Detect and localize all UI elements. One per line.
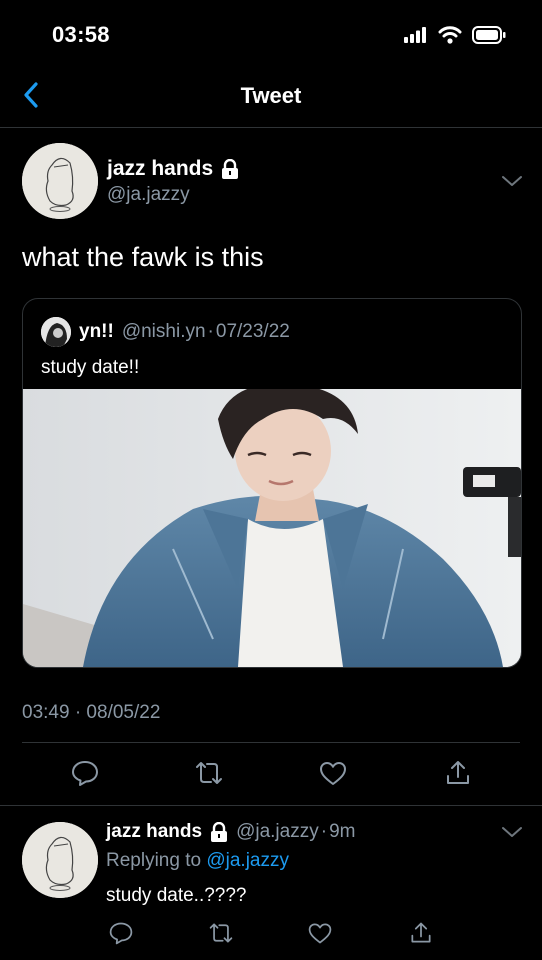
like-icon[interactable] xyxy=(318,758,348,788)
lock-icon xyxy=(211,822,228,842)
reply-time-separator: · xyxy=(320,821,328,842)
tweet-actions xyxy=(0,758,542,788)
retweet-icon[interactable] xyxy=(194,758,224,788)
retweet-icon[interactable] xyxy=(208,920,234,946)
status-time: 03:58 xyxy=(52,22,110,47)
divider xyxy=(0,805,542,806)
reply-avatar[interactable] xyxy=(22,822,98,898)
quoted-header: yn!! @nishi.yn · 07/23/22 xyxy=(41,317,290,347)
reply-text: study date..???? xyxy=(106,885,247,906)
wifi-icon xyxy=(438,26,462,44)
author-handle[interactable]: @ja.jazzy xyxy=(107,184,190,206)
lock-icon xyxy=(222,159,239,179)
replying-to-label: Replying to xyxy=(106,850,202,871)
divider xyxy=(22,742,520,743)
reply-icon[interactable] xyxy=(108,920,134,946)
reply-time: 9m xyxy=(329,821,356,842)
chevron-down-icon[interactable] xyxy=(501,825,523,839)
reply-actions xyxy=(0,920,542,946)
chevron-down-icon[interactable] xyxy=(501,174,523,188)
quoted-date-separator: · xyxy=(207,321,214,342)
author-name[interactable]: jazz hands xyxy=(107,157,213,181)
quoted-date: 07/23/22 xyxy=(215,321,290,342)
reply-header: jazz hands @ja.jazzy · 9m xyxy=(106,821,355,843)
tweet-timestamp: 03:49 · 08/05/22 xyxy=(22,702,161,723)
reply-author-handle[interactable]: @ja.jazzy xyxy=(236,821,319,843)
reply-icon[interactable] xyxy=(70,758,100,788)
avatar[interactable] xyxy=(22,143,98,219)
signal-icon xyxy=(404,27,426,43)
battery-icon xyxy=(472,26,506,44)
quoted-avatar xyxy=(41,317,71,347)
quoted-author-handle[interactable]: @nishi.yn xyxy=(122,321,206,343)
replying-to: Replying to @ja.jazzy xyxy=(106,850,289,872)
tweet-text: what the fawk is this xyxy=(22,242,264,272)
replying-to-handle[interactable]: @ja.jazzy xyxy=(206,850,289,871)
like-icon[interactable] xyxy=(307,920,333,946)
nav-bar: Tweet xyxy=(0,70,542,128)
quoted-tweet[interactable]: yn!! @nishi.yn · 07/23/22 study date!! xyxy=(22,298,522,668)
reply-author-name[interactable]: jazz hands xyxy=(106,821,202,843)
share-icon[interactable] xyxy=(408,920,434,946)
share-icon[interactable] xyxy=(443,758,473,788)
status-icons xyxy=(404,26,506,44)
quoted-text: study date!! xyxy=(41,357,140,378)
status-bar: 03:58 xyxy=(0,0,542,70)
quoted-photo[interactable] xyxy=(23,389,521,667)
page-title: Tweet xyxy=(240,83,302,108)
quoted-author-name[interactable]: yn!! xyxy=(79,321,114,343)
author-name-row: jazz hands xyxy=(107,157,239,181)
